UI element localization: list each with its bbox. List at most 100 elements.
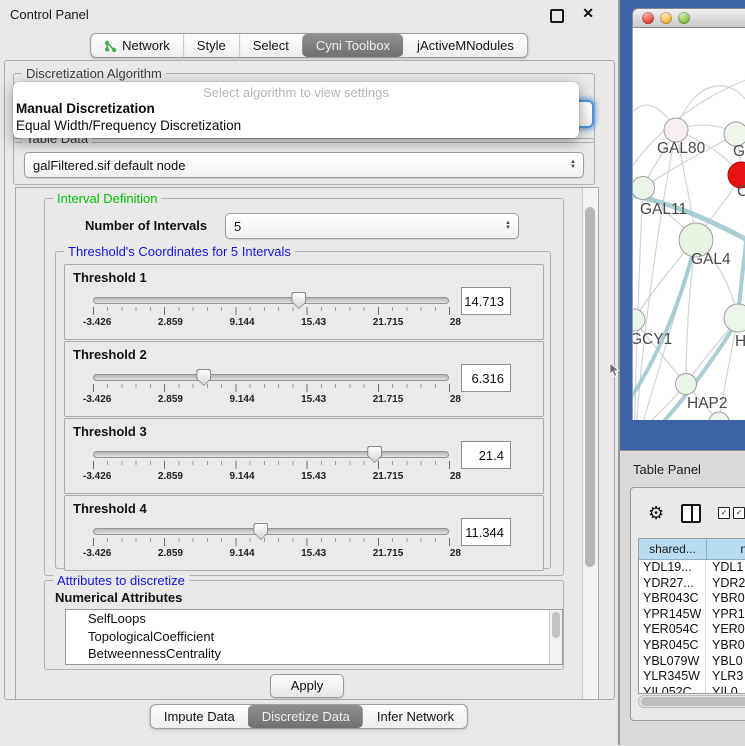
slider-tick-labels: -3.4262.8599.14415.4321.71528	[83, 317, 461, 328]
numerical-attributes-list[interactable]: SelfLoops TopologicalCoefficient Between…	[65, 609, 563, 665]
discretization-algorithm-group-title: Discretization Algorithm	[22, 66, 166, 81]
column-header-shared-name[interactable]: shared...	[639, 539, 707, 560]
combo-stepper-icon: ▲▼	[570, 160, 576, 170]
table-horizontal-scrollbar[interactable]	[638, 695, 745, 708]
list-item[interactable]: TopologicalCoefficient	[66, 628, 562, 646]
algorithm-option-equal-width-frequency[interactable]: Equal Width/Frequency Discretization	[13, 118, 579, 135]
node-h[interactable]	[724, 304, 745, 332]
column-header-name[interactable]: na	[707, 539, 745, 560]
split-columns-icon[interactable]	[681, 504, 701, 523]
table-row[interactable]: YPR145WYPR1	[639, 607, 745, 623]
algorithm-dropdown-popup: Select algorithm to view settings Manual…	[13, 82, 579, 138]
node-hap2[interactable]	[676, 374, 697, 395]
thresholds-group-title: Threshold's Coordinates for 5 Intervals	[64, 244, 295, 259]
window-minimize-icon[interactable]	[660, 12, 672, 24]
table-row[interactable]: YDR27...YDR2	[639, 576, 745, 592]
number-of-intervals-value: 5	[226, 219, 505, 234]
close-icon[interactable]: ✕	[582, 5, 594, 22]
node-label: H	[735, 333, 745, 350]
table-row[interactable]: YDL19...YDL1	[639, 560, 745, 576]
threshold-2-label: Threshold 2	[73, 347, 147, 362]
threshold-2-value-field[interactable]: 6.316	[461, 364, 511, 392]
app-root: Control Panel ✕ Network Style Select Cyn…	[0, 0, 745, 745]
node-label: GAL4	[691, 251, 731, 268]
node-label: GA	[733, 143, 745, 160]
tab-network[interactable]: Network	[91, 34, 183, 57]
spinner-stepper-icon: ▲▼	[505, 221, 511, 231]
table-row[interactable]: YBL079WYBL0	[639, 654, 745, 670]
threshold-3-panel: Threshold 3 -3.4262.8599.14415.4321.7152…	[64, 418, 544, 494]
settings-scroll-viewport: Interval Definition Number of Intervals …	[15, 187, 599, 700]
node-label: GAL11	[640, 201, 687, 218]
thresholds-group: Threshold's Coordinates for 5 Intervals …	[55, 251, 551, 569]
scrollbar-thumb[interactable]	[585, 207, 595, 567]
table-row[interactable]: YIL052CYIL0	[639, 685, 745, 694]
attributes-group: Attributes to discretize Numerical Attri…	[44, 580, 564, 670]
number-of-intervals-spinner[interactable]: 5 ▲▼	[225, 213, 519, 239]
tab-style[interactable]: Style	[183, 34, 239, 57]
table-toolbar: ⚙ ✓ ✓	[631, 488, 745, 538]
tab-network-label: Network	[122, 34, 170, 57]
algorithm-popup-placeholder: Select algorithm to view settings	[13, 85, 579, 101]
node-gal80[interactable]	[664, 118, 688, 142]
table-row[interactable]: YBR045CYBR0	[639, 638, 745, 654]
control-panel-tab-bar: Network Style Select Cyni Toolbox jActiv…	[90, 33, 528, 58]
float-window-icon[interactable]	[550, 9, 564, 23]
node-table: shared... na YDL19...YDL1 YDR27...YDR2 Y…	[638, 538, 745, 694]
threshold-3-value-field[interactable]: 21.4	[461, 441, 511, 469]
control-panel-titlebar: Control Panel ✕	[0, 0, 618, 28]
list-item[interactable]: BetweennessCentrality	[66, 645, 562, 663]
network-window-titlebar[interactable]	[632, 8, 745, 28]
slider-track[interactable]	[93, 297, 449, 304]
interval-definition-title: Interval Definition	[53, 191, 161, 206]
window-close-icon[interactable]	[642, 12, 654, 24]
threshold-4-value-field[interactable]: 11.344	[461, 518, 511, 546]
network-canvas[interactable]: GAL80 GA C GAL11 GAL4 GCY1 H HAP2	[632, 28, 745, 420]
table-panel: ⚙ ✓ ✓ shared... na YDL19...YDL1 YDR27...…	[630, 487, 745, 721]
threshold-2-panel: Threshold 2 -3.4262.8599.14415.4321.7152…	[64, 341, 544, 417]
threshold-4-slider[interactable]: -3.4262.8599.14415.4321.71528	[93, 524, 449, 564]
checkbox-icon[interactable]: ✓	[718, 507, 730, 519]
node-gcy1[interactable]	[633, 309, 645, 331]
apply-button[interactable]: Apply	[270, 674, 344, 698]
tab-select[interactable]: Select	[239, 34, 302, 57]
list-item[interactable]: SelfLoops	[66, 610, 562, 628]
table-data-combobox[interactable]: galFiltered.sif default node ▲▼	[24, 152, 584, 178]
table-data-group: Table Data galFiltered.sif default node …	[13, 138, 595, 185]
tab-jactivemnodules[interactable]: jActiveMNodules	[403, 34, 527, 57]
table-row[interactable]: YLR345WYLR3	[639, 669, 745, 685]
threshold-1-slider[interactable]: -3.4262.8599.14415.4321.71528	[93, 293, 449, 333]
threshold-4-label: Threshold 4	[73, 501, 147, 516]
tab-cyni-toolbox[interactable]: Cyni Toolbox	[302, 34, 403, 57]
node-label: GCY1	[633, 331, 672, 348]
interval-definition-group: Interval Definition Number of Intervals …	[44, 198, 564, 576]
network-view-window: GAL80 GA C GAL11 GAL4 GCY1 H HAP2	[632, 8, 745, 420]
mouse-cursor	[609, 363, 620, 378]
table-row[interactable]: YER054CYER0	[639, 622, 745, 638]
tab-infer-network[interactable]: Infer Network	[363, 705, 467, 728]
threshold-3-slider[interactable]: -3.4262.8599.14415.4321.71528	[93, 447, 449, 487]
threshold-1-label: Threshold 1	[73, 270, 147, 285]
network-graph: GAL80 GA C GAL11 GAL4 GCY1 H HAP2	[633, 28, 745, 420]
gear-icon[interactable]: ⚙	[648, 504, 664, 522]
window-zoom-icon[interactable]	[678, 12, 690, 24]
threshold-2-slider[interactable]: -3.4262.8599.14415.4321.71528	[93, 370, 449, 410]
checkbox-icon[interactable]: ✓	[733, 507, 745, 519]
threshold-1-value-field[interactable]: 14.713	[461, 287, 511, 315]
table-row[interactable]: YBR043CYBR0	[639, 591, 745, 607]
tab-impute-data[interactable]: Impute Data	[151, 705, 248, 728]
table-header: shared... na	[639, 539, 745, 560]
table-panel-section: Table Panel ⚙ ✓ ✓ shared... na YDL19...Y…	[620, 450, 745, 746]
tab-discretize-data[interactable]: Discretize Data	[248, 705, 363, 728]
algorithm-option-manual-discretization[interactable]: Manual Discretization	[13, 101, 579, 118]
node-gal11[interactable]	[633, 177, 655, 200]
control-panel-title: Control Panel	[10, 7, 89, 22]
threshold-1-panel: Threshold 1 -3.4262.8599.14415.4321.7152…	[64, 264, 544, 340]
table-panel-title: Table Panel	[633, 462, 701, 477]
table-data-value: galFiltered.sif default node	[25, 158, 570, 173]
control-panel: Control Panel ✕ Network Style Select Cyn…	[0, 0, 620, 745]
list-scrollbar[interactable]	[549, 610, 562, 664]
settings-scrollbar[interactable]	[582, 188, 598, 699]
scrollbar-thumb[interactable]	[641, 697, 745, 706]
threshold-3-label: Threshold 3	[73, 424, 147, 439]
